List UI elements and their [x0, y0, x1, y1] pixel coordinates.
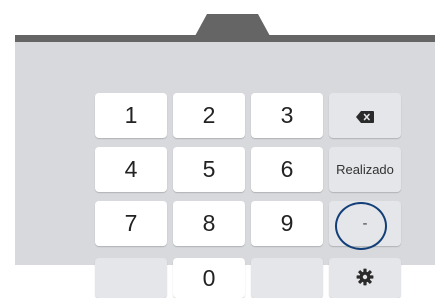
- key-3[interactable]: 3: [251, 93, 323, 138]
- backspace-icon: [356, 102, 374, 129]
- settings-button[interactable]: [329, 258, 401, 298]
- done-label: Realizado: [336, 162, 394, 177]
- key-4[interactable]: 4: [95, 147, 167, 192]
- key-5[interactable]: 5: [173, 147, 245, 192]
- key-0[interactable]: 0: [173, 258, 245, 298]
- key-2[interactable]: 2: [173, 93, 245, 138]
- done-button[interactable]: Realizado: [329, 147, 401, 192]
- dash-label: -: [362, 215, 368, 232]
- key-6[interactable]: 6: [251, 147, 323, 192]
- keyboard-handle[interactable]: [195, 14, 270, 36]
- key-9[interactable]: 9: [251, 201, 323, 246]
- blank-key-left: [95, 258, 167, 298]
- dash-key[interactable]: -: [329, 201, 401, 246]
- key-8[interactable]: 8: [173, 201, 245, 246]
- key-1[interactable]: 1: [95, 93, 167, 138]
- blank-key-right: [251, 258, 323, 298]
- gear-icon: [356, 265, 374, 292]
- numeric-keypad: 1 2 3 4 5 6 Realizado 7 8 9 - 0: [15, 42, 435, 298]
- backspace-button[interactable]: [329, 93, 401, 138]
- keyboard-top-bar: [15, 35, 435, 42]
- key-7[interactable]: 7: [95, 201, 167, 246]
